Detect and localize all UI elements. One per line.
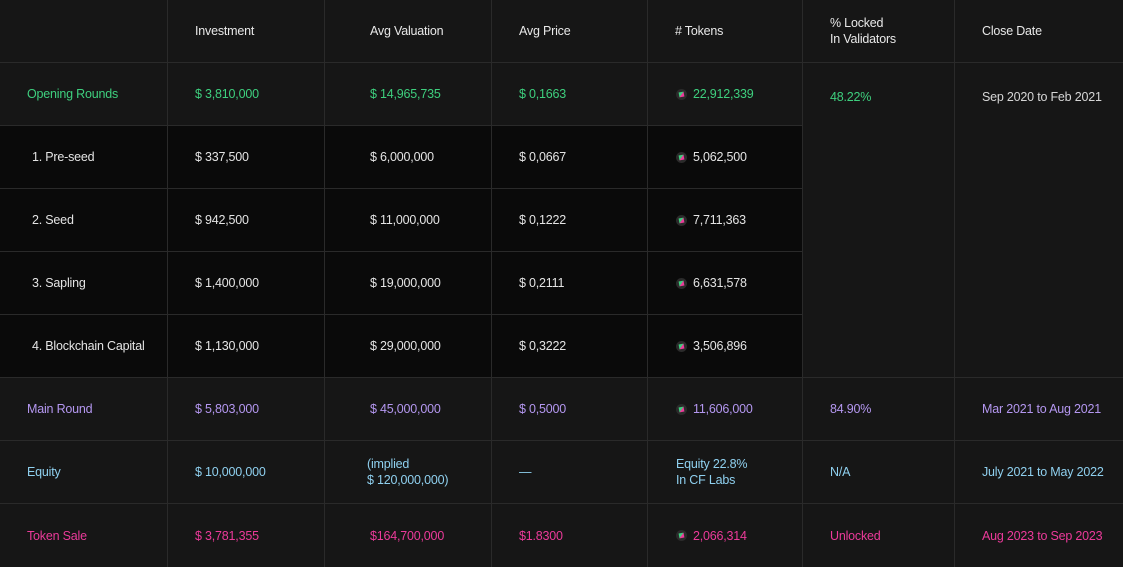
- row-equity-tokens-line1: Equity 22.8%: [676, 457, 748, 471]
- row-seed-avg-price: $ 0,1222: [492, 189, 648, 252]
- row-main-tokens-value: 11,606,000: [693, 402, 753, 416]
- row-opening-avg-valuation: $ 14,965,735: [325, 63, 492, 126]
- row-token-sale-tokens: 2,066,314: [648, 504, 803, 567]
- row-blockchain-name: 4. Blockchain Capital: [0, 315, 168, 378]
- row-equity-locked: N/A: [803, 441, 955, 504]
- token-logo-icon: [676, 530, 687, 541]
- row-main-locked: 84.90%: [803, 378, 955, 441]
- row-equity-avg-price: —: [492, 441, 648, 504]
- row-preseed-name: 1. Pre-seed: [0, 126, 168, 189]
- header-investment: Investment: [168, 0, 325, 63]
- row-preseed-tokens-value: 5,062,500: [693, 150, 747, 164]
- row-equity-tokens-line2: In CF Labs: [676, 473, 736, 487]
- token-logo-icon: [676, 151, 687, 163]
- row-token-sale-tokens-value: 2,066,314: [693, 528, 747, 543]
- row-token-sale-close-date: Aug 2023 to Sep 2023: [982, 528, 1103, 543]
- row-main-close-date: Mar 2021 to Aug 2021: [955, 378, 1123, 441]
- row-seed-investment: $ 942,500: [168, 189, 325, 252]
- header-avg-price: Avg Price: [492, 0, 648, 63]
- header-avg-valuation: Avg Valuation: [325, 0, 492, 63]
- row-main-investment: $ 5,803,000: [168, 378, 325, 441]
- row-sapling-investment: $ 1,400,000: [168, 252, 325, 315]
- row-seed-name: 2. Seed: [0, 189, 168, 252]
- funding-rounds-table: Investment Avg Valuation Avg Price # Tok…: [0, 0, 1123, 567]
- header-tokens: # Tokens: [648, 0, 803, 63]
- row-main-avg-valuation: $ 45,000,000: [325, 378, 492, 441]
- row-equity-avg-valuation-line2: $ 120,000,000): [367, 473, 449, 487]
- row-token-sale-locked: Unlocked: [803, 504, 955, 567]
- row-token-sale-avg-price: $1.8300: [492, 504, 648, 567]
- header-blank: [0, 0, 168, 63]
- row-blockchain-tokens: 3,506,896: [648, 315, 803, 378]
- row-sapling-tokens: 6,631,578: [648, 252, 803, 315]
- token-logo-icon: [676, 403, 687, 415]
- row-equity-tokens: Equity 22.8% In CF Labs: [648, 441, 803, 504]
- row-token-sale-investment: $ 3,781,355: [168, 504, 325, 567]
- header-locked: % Locked In Validators: [803, 0, 955, 63]
- row-equity-avg-valuation: (implied $ 120,000,000): [325, 441, 492, 504]
- row-opening-tokens-value: 22,912,339: [693, 87, 754, 101]
- header-close-date: Close Date: [955, 0, 1123, 63]
- token-logo-icon: [676, 88, 687, 100]
- token-logo-icon: [676, 214, 687, 226]
- row-sapling-avg-valuation: $ 19,000,000: [325, 252, 492, 315]
- row-opening-close-date: Sep 2020 to Feb 2021: [955, 63, 1123, 378]
- header-locked-line2: In Validators: [830, 32, 896, 46]
- row-blockchain-avg-valuation: $ 29,000,000: [325, 315, 492, 378]
- row-opening-avg-price: $ 0,1663: [492, 63, 648, 126]
- row-seed-tokens: 7,711,363: [648, 189, 803, 252]
- row-equity-close-date: July 2021 to May 2022: [955, 441, 1123, 504]
- row-opening-investment: $ 3,810,000: [168, 63, 325, 126]
- row-seed-tokens-value: 7,711,363: [693, 213, 746, 227]
- row-equity-investment: $ 10,000,000: [168, 441, 325, 504]
- token-logo-icon: [676, 340, 687, 352]
- row-preseed-tokens: 5,062,500: [648, 126, 803, 189]
- row-blockchain-investment: $ 1,130,000: [168, 315, 325, 378]
- row-blockchain-avg-price: $ 0,3222: [492, 315, 648, 378]
- row-token-sale-name: Token Sale: [0, 504, 168, 567]
- row-seed-avg-valuation: $ 11,000,000: [325, 189, 492, 252]
- row-opening-tokens: 22,912,339: [648, 63, 803, 126]
- header-locked-line1: % Locked: [830, 16, 884, 30]
- row-preseed-avg-price: $ 0,0667: [492, 126, 648, 189]
- row-main-tokens: 11,606,000: [648, 378, 803, 441]
- row-opening-locked: 48.22%: [803, 63, 955, 378]
- row-sapling-name: 3. Sapling: [0, 252, 168, 315]
- row-sapling-tokens-value: 6,631,578: [693, 276, 747, 290]
- row-preseed-investment: $ 337,500: [168, 126, 325, 189]
- row-equity-name: Equity: [0, 441, 168, 504]
- row-token-sale-avg-valuation: $164,700,000: [325, 504, 492, 567]
- token-logo-icon: [676, 277, 687, 289]
- row-sapling-avg-price: $ 0,2111: [492, 252, 648, 315]
- row-main-avg-price: $ 0,5000: [492, 378, 648, 441]
- row-blockchain-tokens-value: 3,506,896: [693, 339, 747, 353]
- row-preseed-avg-valuation: $ 6,000,000: [325, 126, 492, 189]
- row-opening-name: Opening Rounds: [0, 63, 168, 126]
- row-main-name: Main Round: [0, 378, 168, 441]
- row-equity-avg-valuation-line1: (implied: [367, 457, 410, 471]
